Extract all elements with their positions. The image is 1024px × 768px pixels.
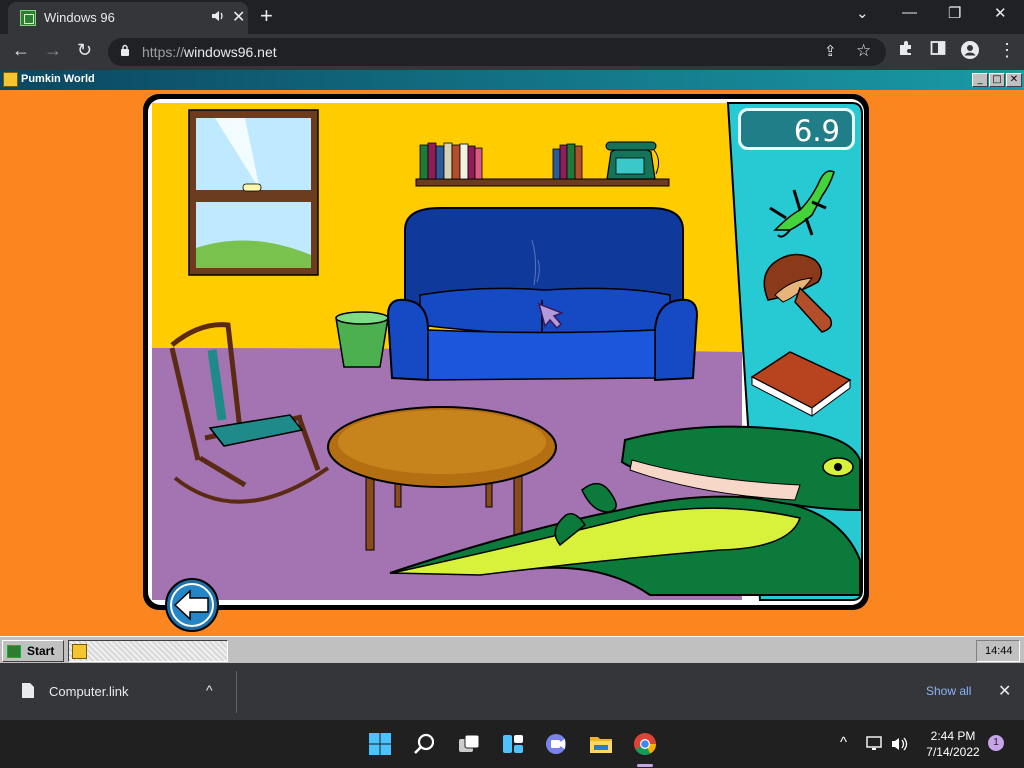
notification-badge[interactable]: 1	[988, 735, 1004, 751]
chrome-icon[interactable]	[633, 732, 657, 756]
show-all-link[interactable]: Show all	[926, 684, 971, 698]
file-explorer-icon[interactable]	[589, 732, 613, 756]
widgets-icon[interactable]	[501, 732, 525, 756]
w96-minimize-button[interactable]: _	[972, 73, 988, 87]
download-bar: Computer.link ^ Show all ✕	[0, 663, 1024, 720]
window-restore-button[interactable]: ❐	[948, 4, 961, 22]
volume-icon[interactable]	[891, 736, 909, 752]
side-panel-icon[interactable]	[930, 40, 946, 61]
start-button[interactable]: Start	[2, 640, 64, 662]
taskbar-item-pumkin-world[interactable]	[68, 640, 228, 662]
back-arrow-icon[interactable]	[165, 578, 219, 632]
chevron-up-icon[interactable]: ^	[206, 682, 213, 698]
file-icon	[22, 683, 34, 698]
window-close-button[interactable]: ✕	[994, 4, 1007, 22]
system-clock[interactable]: 2:44 PM 7/14/2022	[918, 728, 988, 760]
blue-sofa[interactable]	[386, 207, 699, 382]
network-icon[interactable]	[866, 736, 884, 752]
close-icon[interactable]: ✕	[998, 681, 1011, 701]
download-file-name[interactable]: Computer.link	[49, 684, 128, 699]
pumkin-app-icon	[3, 72, 18, 87]
task-view-icon[interactable]	[457, 732, 481, 756]
tab-title: Windows 96	[44, 10, 115, 25]
chrome-active-indicator	[637, 764, 653, 767]
window-minimize-button[interactable]: —	[902, 4, 917, 21]
url-text[interactable]: https://windows96.net	[142, 44, 277, 60]
window-title: Pumkin World	[21, 73, 95, 85]
pumkin-app-icon	[72, 644, 87, 659]
windows-start-icon[interactable]	[368, 732, 392, 756]
win96-taskbar: Start 14:44	[0, 636, 1024, 663]
trash-can[interactable]	[335, 311, 389, 368]
profile-icon[interactable]	[960, 40, 980, 65]
back-icon[interactable]: ←	[12, 40, 30, 61]
room-window[interactable]	[188, 109, 319, 276]
win96-tray-clock[interactable]: 14:44	[976, 640, 1020, 662]
address-bar[interactable]: https://windows96.net ⇪ ☆	[108, 38, 886, 66]
new-tab-button[interactable]: +	[260, 3, 273, 29]
browser-tab[interactable]: Windows 96 ✕	[8, 2, 248, 34]
search-icon[interactable]	[413, 732, 437, 756]
reload-icon[interactable]: ↻	[77, 40, 92, 61]
share-icon[interactable]: ⇪	[824, 42, 837, 60]
start-label: Start	[27, 644, 55, 658]
tab-strip: Windows 96 ✕ + ⌄ — ❐ ✕	[0, 0, 1024, 34]
lock-icon	[121, 44, 129, 56]
menu-icon[interactable]: ⋮	[998, 40, 1016, 61]
countdown-timer: 6.9	[738, 108, 855, 150]
tray-time: 14:44	[985, 645, 1013, 657]
w96-maximize-button[interactable]: □	[989, 73, 1005, 87]
clock-time: 2:44 PM	[930, 729, 976, 743]
windows96-favicon	[20, 10, 36, 26]
w96-close-button[interactable]: ✕	[1006, 73, 1022, 87]
windows96-logo-icon	[7, 645, 21, 658]
tray-overflow-chevron-icon[interactable]: ^	[840, 734, 847, 751]
forward-icon[interactable]: →	[44, 40, 62, 61]
timer-value: 6.9	[793, 114, 840, 148]
telephone[interactable]	[605, 141, 660, 180]
puzzle-icon[interactable]	[898, 40, 914, 61]
tab-close-icon[interactable]: ✕	[232, 7, 245, 27]
game-canvas[interactable]: 6.9	[0, 90, 1024, 636]
teams-chat-icon[interactable]	[545, 732, 569, 756]
tab-search-icon[interactable]: ⌄	[856, 4, 869, 22]
clock-date: 7/14/2022	[926, 745, 980, 759]
browser-toolbar: ← → ↻ https://windows96.net ⇪ ☆ ⋮	[0, 34, 1024, 70]
divider	[236, 671, 237, 713]
bookmark-star-icon[interactable]: ☆	[856, 41, 871, 61]
speaker-icon[interactable]	[211, 9, 225, 26]
windows-taskbar: ^ 2:44 PM 7/14/2022 1	[0, 720, 1024, 768]
pumkin-world-titlebar[interactable]: Pumkin World _ □ ✕	[0, 70, 1024, 90]
